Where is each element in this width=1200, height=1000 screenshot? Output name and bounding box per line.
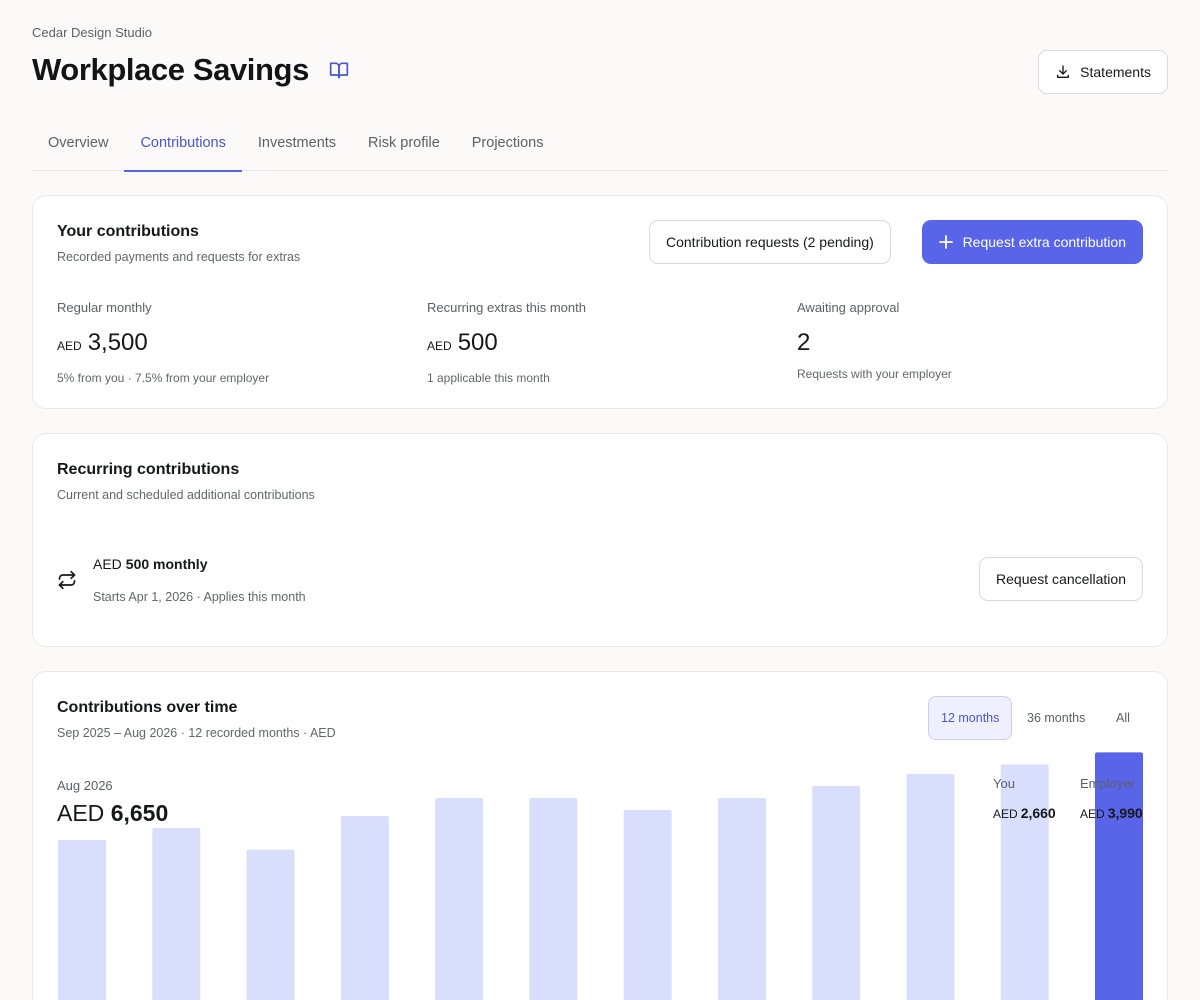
amount: 3,500 <box>87 329 148 356</box>
you-label: You <box>993 776 1015 791</box>
tab-bar: Overview Contributions Investments Risk … <box>32 120 1168 172</box>
range-12-months[interactable]: 12 months <box>928 696 1013 740</box>
card-title: Your contributions <box>57 223 199 240</box>
stat-label: Recurring extras this month <box>427 300 586 315</box>
you-breakdown: You AED 2,660 <box>993 776 1056 821</box>
tab-projections[interactable]: Projections <box>456 120 560 171</box>
amount: 500 <box>457 329 498 356</box>
bar-jun-2026[interactable] <box>906 774 955 1000</box>
card-title: Recurring contributions <box>57 461 240 478</box>
count: 2 <box>797 329 811 356</box>
bar-nov-2025[interactable] <box>246 849 295 1000</box>
download-icon <box>1055 64 1071 80</box>
bar-feb-2026[interactable] <box>529 798 578 1000</box>
amount: 3,990 <box>1107 805 1143 821</box>
stat-note: 5% from you · 7.5% from your employer <box>57 371 270 385</box>
recurring-amount: AED 500 monthly <box>93 556 208 572</box>
you-value: AED 2,660 <box>993 805 1056 821</box>
card-subtitle: Recorded payments and requests for extra… <box>57 250 301 264</box>
amount: 500 monthly <box>125 556 208 572</box>
currency: AED <box>57 800 105 826</box>
stat-note: Requests with your employer <box>797 367 952 381</box>
book-icon[interactable] <box>329 60 349 80</box>
card-subtitle: Current and scheduled additional contrib… <box>57 488 315 502</box>
range-36-months[interactable]: 36 months <box>1015 696 1097 740</box>
bar-dec-2025[interactable] <box>340 816 389 1000</box>
your-contributions-card: Your contributions Recorded payments and… <box>32 195 1168 409</box>
statements-label: Statements <box>1080 64 1151 80</box>
tab-risk-profile[interactable]: Risk profile <box>352 120 456 171</box>
bar-apr-2026[interactable] <box>717 798 766 1000</box>
organization-name: Cedar Design Studio <box>32 25 152 40</box>
recurring-meta: Starts Apr 1, 2026 · Applies this month <box>93 590 306 604</box>
tab-contributions[interactable]: Contributions <box>124 120 243 172</box>
bar-mar-2026[interactable] <box>623 810 672 1000</box>
tab-overview[interactable]: Overview <box>32 120 124 171</box>
bar-sep-2025[interactable] <box>58 840 106 1000</box>
employer-breakdown: Employer AED 3,990 <box>1080 776 1143 821</box>
page: Cedar Design Studio Workplace Savings St… <box>0 0 1200 1000</box>
employer-value: AED 3,990 <box>1080 805 1143 821</box>
bar-oct-2025[interactable] <box>152 828 201 1000</box>
currency: AED <box>93 556 122 572</box>
amount: 2,660 <box>1020 805 1056 821</box>
stat-note: 1 applicable this month <box>427 371 550 385</box>
card-subtitle: Sep 2025 – Aug 2026 · 12 recorded months… <box>57 726 336 740</box>
currency: AED <box>427 339 452 353</box>
currency: AED <box>1080 807 1105 821</box>
selected-period: Aug 2026 <box>57 778 113 793</box>
contribution-requests-button[interactable]: Contribution requests (2 pending) <box>649 220 891 264</box>
stat-value: AED 500 <box>427 329 767 357</box>
employer-label: Employer <box>1080 776 1135 791</box>
title-row: Workplace Savings <box>32 52 349 88</box>
bar-may-2026[interactable] <box>812 786 861 1000</box>
bar-jan-2026[interactable] <box>435 798 484 1000</box>
request-extra-contribution-button[interactable]: Request extra contribution <box>921 220 1143 264</box>
contributions-over-time-card: Contributions over time Sep 2025 – Aug 2… <box>32 671 1168 1000</box>
request-cancellation-button[interactable]: Request cancellation <box>979 557 1143 601</box>
amount: 6,650 <box>110 800 169 826</box>
request-extra-label: Request extra contribution <box>962 234 1126 250</box>
selected-total: AED 6,650 <box>57 800 168 827</box>
stat-recurring-extras: Recurring extras this month AED 500 1 ap… <box>427 300 767 385</box>
statements-button[interactable]: Statements <box>1038 50 1168 94</box>
stat-value: AED 3,500 <box>57 329 397 357</box>
recurring-contributions-card: Recurring contributions Current and sche… <box>32 433 1168 647</box>
stat-regular-monthly: Regular monthly AED 3,500 5% from you · … <box>57 300 397 385</box>
stat-value: 2 <box>797 329 1137 357</box>
currency: AED <box>57 339 82 353</box>
card-title: Contributions over time <box>57 699 238 716</box>
plus-icon <box>938 235 953 249</box>
repeat-icon <box>57 570 77 590</box>
stat-label: Regular monthly <box>57 300 152 315</box>
page-title: Workplace Savings <box>32 52 309 87</box>
tab-investments[interactable]: Investments <box>242 120 352 171</box>
stat-label: Awaiting approval <box>797 300 900 315</box>
range-all[interactable]: All <box>1104 696 1142 740</box>
stat-awaiting-approval: Awaiting approval 2 Requests with your e… <box>797 300 1137 381</box>
currency: AED <box>993 807 1018 821</box>
